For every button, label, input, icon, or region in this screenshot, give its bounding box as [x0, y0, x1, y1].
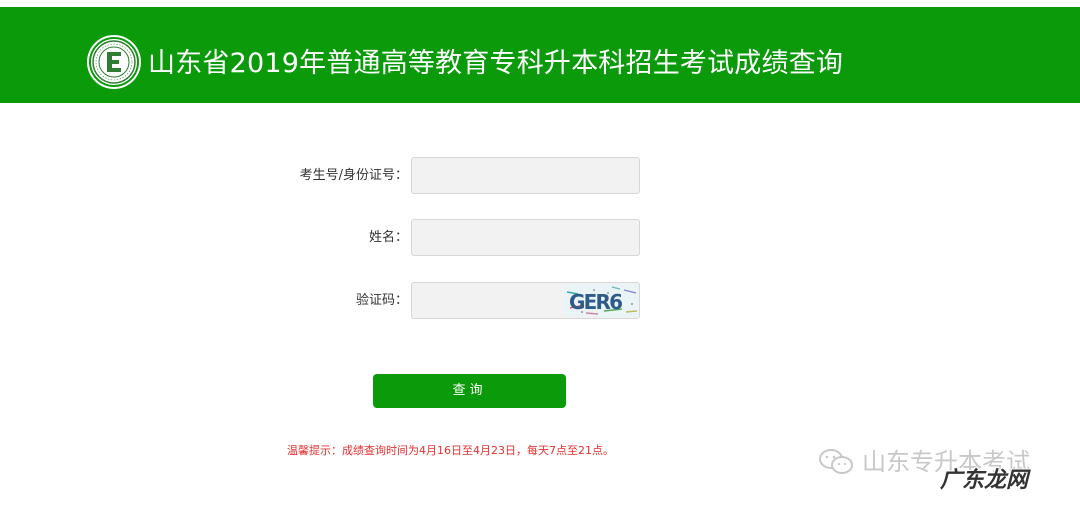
name-row: 姓名：	[0, 219, 1080, 257]
notice-text: 温馨提示：成绩查询时间为4月16日至4月23日，每天7点至21点。	[287, 444, 614, 457]
exam-id-label: 考生号/身份证号：	[299, 168, 408, 183]
header-bar: 山东省2019年普通高等教育专科升本科招生考试成绩查询	[0, 7, 1080, 103]
captcha-label: 验证码：	[355, 293, 408, 308]
captcha-image[interactable]: GER6	[564, 284, 639, 317]
watermark-site: 广东龙网	[940, 468, 1029, 493]
name-input[interactable]	[411, 219, 640, 256]
exam-id-input[interactable]	[411, 157, 640, 194]
page-title: 山东省2019年普通高等教育专科升本科招生考试成绩查询	[148, 48, 844, 79]
query-button[interactable]: 查询	[373, 374, 566, 408]
page: 山东省2019年普通高等教育专科升本科招生考试成绩查询 考生号/身份证号： 姓名…	[0, 0, 1080, 510]
e-emblem-icon	[89, 37, 139, 87]
captcha-row: 验证码： GER6	[0, 282, 1080, 320]
wechat-icon	[817, 447, 857, 477]
exam-id-row: 考生号/身份证号：	[0, 157, 1080, 195]
captcha-char-1: GER6	[569, 290, 624, 314]
name-label: 姓名：	[368, 230, 408, 245]
